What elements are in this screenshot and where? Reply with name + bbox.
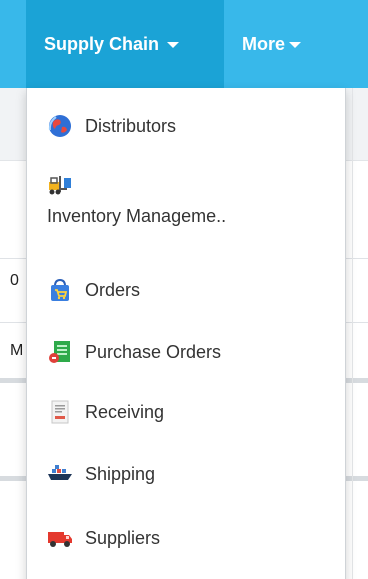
ship-icon: [47, 461, 73, 487]
menu-item-label: Receiving: [85, 401, 165, 422]
menu-item-label: Inventory Manageme..: [47, 206, 227, 226]
menu-item-label: Distributors: [85, 115, 177, 136]
nav-supply-chain-menu[interactable]: Supply Chain: [26, 0, 224, 88]
globe-icon: [47, 113, 73, 139]
menu-item-label: Orders: [85, 279, 141, 300]
menu-item-distributors[interactable]: Distributors: [27, 96, 345, 156]
menu-item-suppliers[interactable]: Suppliers: [27, 508, 345, 568]
menu-item-label: Suppliers: [85, 527, 161, 548]
menu-item-purchase-orders[interactable]: Purchase Orders: [27, 322, 345, 382]
forklift-icon: [47, 172, 73, 198]
truck-icon: [47, 525, 73, 551]
menu-item-label: Purchase Orders: [85, 341, 222, 362]
menu-item-inventory-management[interactable]: Inventory Manageme..: [27, 160, 345, 252]
background-text-fragment: 0: [10, 272, 19, 289]
menu-item-receiving[interactable]: Receiving: [27, 382, 345, 442]
nav-more-menu[interactable]: More: [224, 0, 334, 88]
background-text-fragment: M: [10, 342, 24, 359]
app-page: 0 M Supply Chain More Distributors Inven…: [0, 0, 368, 579]
menu-item-shipping[interactable]: Shipping: [27, 444, 345, 504]
shopping-bag-icon: [47, 277, 73, 303]
caret-down-icon: [167, 42, 180, 48]
background-border: [352, 88, 353, 579]
menu-item-orders[interactable]: Orders: [27, 260, 345, 320]
nav-supply-chain-label: Supply Chain: [44, 33, 160, 54]
caret-down-icon: [289, 42, 302, 48]
menu-item-label: Shipping: [85, 463, 156, 484]
supply-chain-dropdown: Distributors Inventory Manageme.. Orders…: [26, 88, 346, 579]
top-navbar: Supply Chain More: [0, 0, 368, 88]
receipt-icon: [47, 399, 73, 425]
document-icon: [47, 339, 73, 365]
nav-more-label: More: [242, 33, 286, 54]
